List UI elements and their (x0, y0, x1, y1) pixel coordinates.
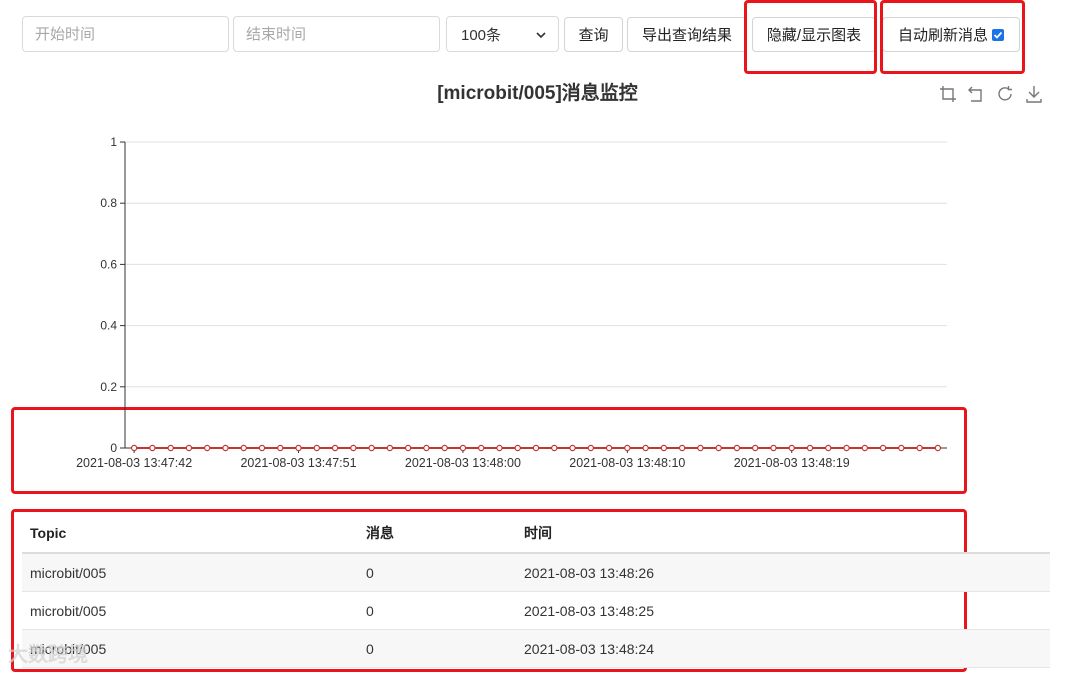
cell-time: 2021-08-03 13:48:24 (516, 629, 1050, 668)
cell-message: 0 (358, 591, 516, 630)
cell-topic: microbit/005 (22, 553, 358, 592)
watermark-text: 大数跨境 (8, 644, 88, 666)
data-point (605, 444, 613, 452)
data-point (624, 444, 631, 452)
table-row: microbit/005 0 2021-08-03 13:48:26 (22, 553, 1050, 592)
table-row: microbit/005 0 2021-08-03 13:48:25 (22, 591, 1050, 630)
data-point (514, 444, 521, 452)
messages-table: Topic 消息 时间 microbit/005 0 2021-08-03 13… (22, 514, 1050, 668)
line-chart: 1 0.8 0.6 0.4 0.2 02021-08-03 13:47:42 2021-08… (76, 135, 947, 470)
data-point (861, 444, 869, 452)
data-point (149, 444, 156, 452)
data-point (715, 444, 722, 452)
data-point (277, 444, 284, 452)
cell-message: 0 (358, 553, 516, 592)
y-tick-label: 0.8 (100, 196, 117, 210)
data-point (222, 444, 229, 452)
data-point (697, 444, 704, 452)
column-header-topic: Topic (22, 514, 358, 554)
y-tick-label: 1 (110, 135, 117, 149)
y-tick-label: 0.4 (100, 319, 117, 333)
data-point (459, 444, 467, 452)
data-point (423, 444, 430, 452)
data-point (130, 444, 138, 452)
data-point (934, 444, 942, 452)
y-tick-label: 0 (110, 441, 117, 455)
data-point (258, 444, 266, 452)
data-point (167, 444, 174, 452)
data-point (532, 444, 540, 452)
column-header-time: 时间 (516, 514, 1050, 554)
cell-message: 0 (358, 629, 516, 668)
x-tick-label: 2021-08-03 13:48:00 (405, 456, 521, 470)
x-tick-label: 2021-08-03 13:48:19 (734, 456, 850, 470)
data-point (185, 444, 193, 452)
data-point (313, 444, 320, 452)
data-point (368, 444, 375, 452)
data-point (770, 444, 777, 452)
y-tick-label: 0.2 (100, 380, 117, 394)
cell-topic: microbit/005 (22, 591, 358, 630)
data-point (788, 444, 795, 452)
data-point (660, 444, 668, 452)
data-point (752, 444, 759, 452)
data-point (678, 444, 686, 452)
data-point (496, 444, 503, 452)
data-point (898, 444, 905, 452)
table-header-row: Topic 消息 时间 (22, 514, 1050, 554)
data-point (879, 444, 887, 452)
data-point (404, 444, 412, 452)
data-point (295, 444, 302, 452)
data-point (350, 444, 357, 452)
data-point (203, 444, 211, 452)
data-point (806, 444, 814, 452)
cell-time: 2021-08-03 13:48:26 (516, 553, 1050, 592)
data-point (843, 444, 850, 452)
data-point (331, 444, 339, 452)
y-tick-label: 0.6 (100, 257, 117, 271)
table-row: microbit/005 0 2021-08-03 13:48:24 (22, 629, 1050, 668)
data-point (569, 444, 576, 452)
x-tick-label: 2021-08-03 13:48:10 (569, 456, 685, 470)
data-point (478, 444, 485, 452)
data-point (551, 444, 558, 452)
column-header-message: 消息 (358, 514, 516, 554)
data-point (733, 444, 741, 452)
data-point (825, 444, 832, 452)
data-point (916, 444, 923, 452)
x-tick-label: 2021-08-03 13:47:51 (240, 456, 356, 470)
watermark: 大数跨境 (8, 638, 88, 667)
data-point (587, 444, 595, 452)
cell-time: 2021-08-03 13:48:25 (516, 591, 1050, 630)
data-point (642, 444, 649, 452)
data-point (240, 444, 247, 452)
data-point (386, 444, 394, 452)
data-point (441, 444, 448, 452)
x-tick-label: 2021-08-03 13:47:42 (76, 456, 192, 470)
